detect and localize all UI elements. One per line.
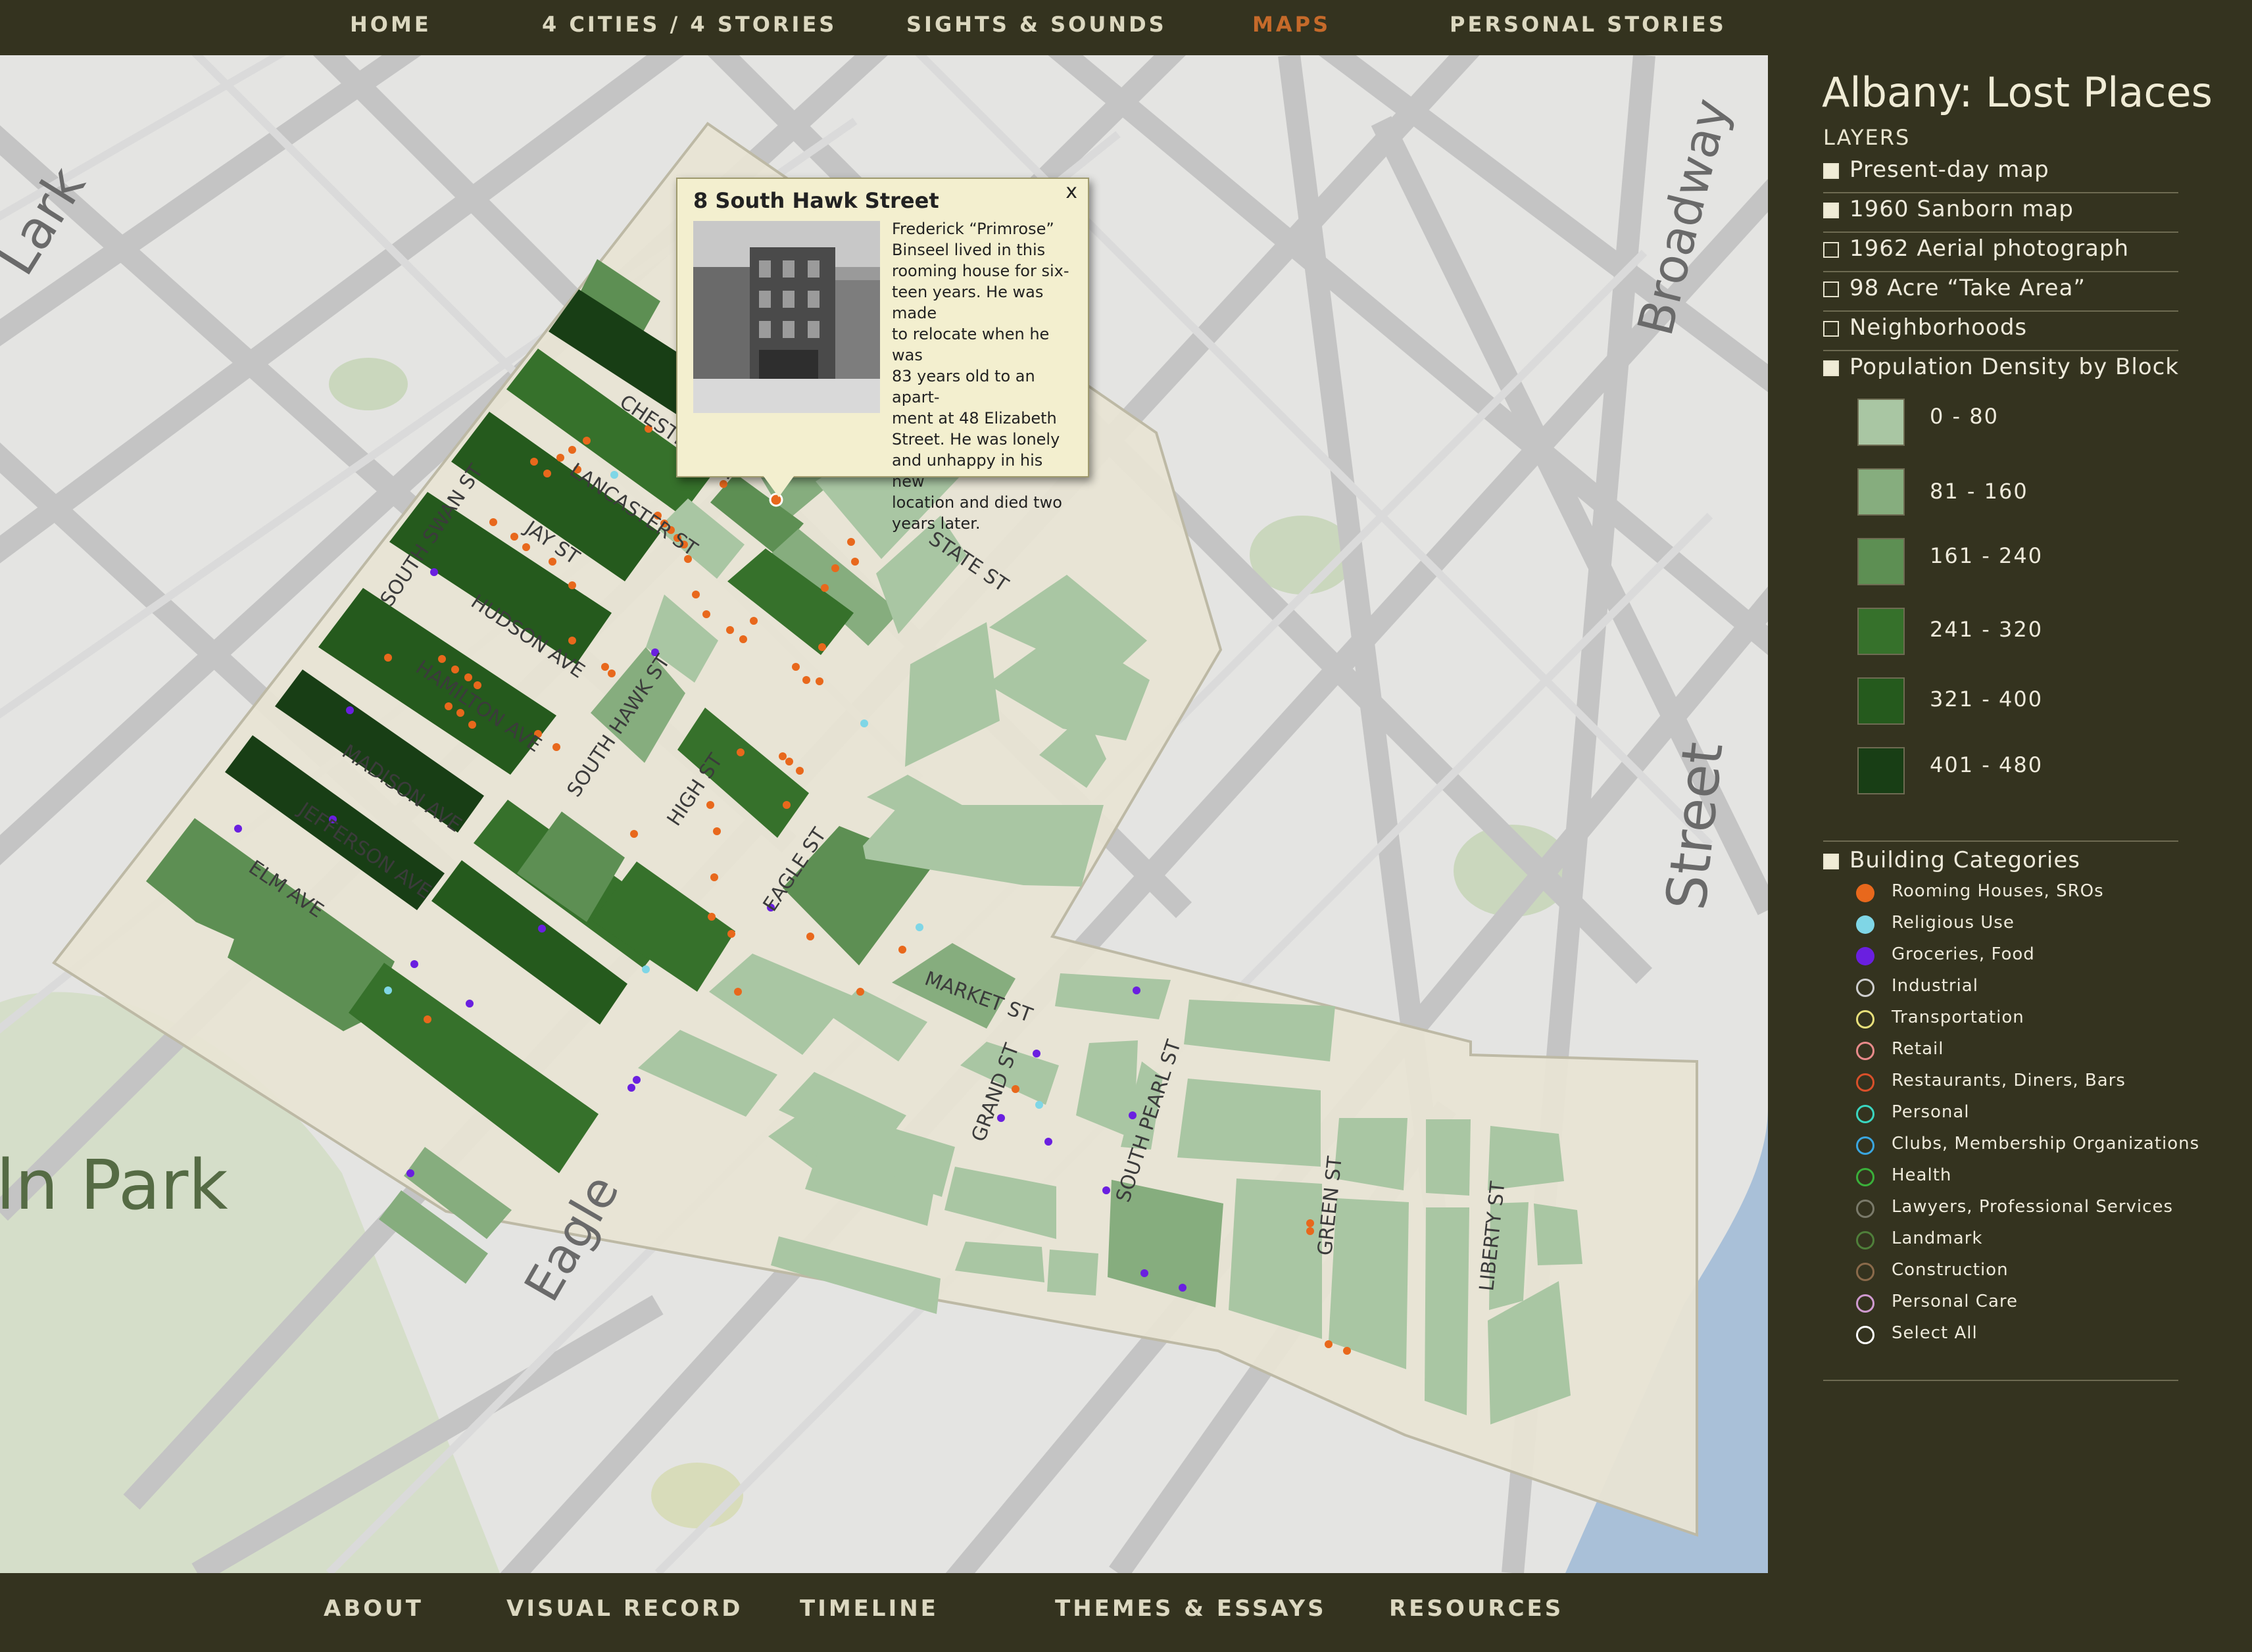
popup-line: rooming house for six- <box>892 262 1069 280</box>
category-dot-icon <box>1856 1231 1874 1250</box>
category-dot-icon <box>1856 1294 1874 1313</box>
layer-label: 98 Acre “Take Area” <box>1849 275 2086 301</box>
info-popup: 8 South Hawk Street x Frederick “Primros… <box>676 178 1089 533</box>
map-canvas[interactable]: CHESTNUT ST LANCASTER ST JAY ST HUDSON A… <box>0 55 1768 1573</box>
density-label: 161 - 240 <box>1930 543 2044 568</box>
popup-photo <box>693 221 880 413</box>
layer-checkbox[interactable] <box>1823 360 1839 376</box>
layer-building-categories[interactable]: Building Categories <box>1823 844 2178 883</box>
layer-checkbox[interactable] <box>1823 163 1839 179</box>
category-dot-icon <box>1856 884 1874 902</box>
category-label: Health <box>1892 1165 1952 1185</box>
category-dot-icon <box>1856 1105 1874 1123</box>
layers-heading: LAYERS <box>1823 125 1911 150</box>
density-swatch <box>1857 608 1905 655</box>
popup-line: 83 years old to an apart- <box>892 367 1035 406</box>
category-label: Industrial <box>1892 976 1978 996</box>
density-label: 81 - 160 <box>1930 479 2028 504</box>
popup-line: and unhappy in his new <box>892 451 1043 491</box>
popup-description: Frederick “Primrose” Binseel lived in th… <box>892 218 1079 534</box>
top-nav: HOME 4 CITIES / 4 STORIES SIGHTS & SOUND… <box>0 0 2252 55</box>
layer-checkbox[interactable] <box>1823 281 1839 297</box>
category-label: Select All <box>1892 1323 1978 1343</box>
layer-label: Building Categories <box>1849 847 2080 873</box>
nav-home[interactable]: HOME <box>350 12 431 37</box>
layer-label: 1960 Sanborn map <box>1849 196 2074 222</box>
popup-line: Binseel lived in this <box>892 241 1046 259</box>
divider <box>1823 1380 2178 1381</box>
category-label: Clubs, Membership Organizations <box>1892 1134 2200 1154</box>
category-dot-icon <box>1856 979 1874 997</box>
category-label: Transportation <box>1892 1008 2024 1027</box>
nav-sights[interactable]: SIGHTS & SOUNDS <box>906 12 1167 37</box>
popup-line: years later. <box>892 514 981 533</box>
popup-line: teen years. He was made <box>892 283 1044 322</box>
layer-neighborhoods[interactable]: Neighborhoods <box>1823 312 2178 351</box>
popup-line: location and died two <box>892 493 1062 512</box>
category-dot-icon <box>1856 1263 1874 1281</box>
category-label: Retail <box>1892 1039 1944 1059</box>
density-label: 321 - 400 <box>1930 687 2044 712</box>
category-label: Personal <box>1892 1102 1970 1122</box>
popup-line: Street. He was lonely <box>892 430 1060 449</box>
popup-pointer <box>762 474 796 497</box>
nav-cities[interactable]: 4 CITIES / 4 STORIES <box>542 12 837 37</box>
category-dot-icon <box>1856 915 1874 934</box>
category-dot-icon <box>1856 1200 1874 1218</box>
footer-themes[interactable]: THEMES & ESSAYS <box>1055 1595 1327 1622</box>
nav-maps[interactable]: MAPS <box>1252 12 1331 37</box>
footer-timeline[interactable]: TIMELINE <box>800 1595 939 1622</box>
popup-title: 8 South Hawk Street <box>693 188 939 213</box>
density-label: 241 - 320 <box>1930 617 2044 642</box>
category-label: Personal Care <box>1892 1292 2018 1311</box>
footer-resources[interactable]: RESOURCES <box>1389 1595 1563 1622</box>
category-dot-icon <box>1856 1136 1874 1155</box>
footer-about[interactable]: ABOUT <box>324 1595 424 1622</box>
density-label: 0 - 80 <box>1930 404 1999 429</box>
popup-close-button[interactable]: x <box>1065 180 1077 203</box>
label-park: ln Park <box>0 1145 228 1225</box>
layer-label: 1962 Aerial photograph <box>1849 235 2130 262</box>
category-dot-icon <box>1856 1042 1874 1060</box>
layer-aerial[interactable]: 1962 Aerial photograph <box>1823 233 2178 272</box>
category-dot-icon <box>1856 947 1874 965</box>
category-dot-icon <box>1856 1168 1874 1186</box>
layer-population-density[interactable]: Population Density by Block <box>1823 351 2178 389</box>
layer-checkbox[interactable] <box>1823 242 1839 258</box>
density-label: 401 - 480 <box>1930 752 2044 777</box>
layer-checkbox[interactable] <box>1823 854 1839 869</box>
sidebar-title: Albany: Lost Places <box>1822 68 2213 116</box>
layer-checkbox[interactable] <box>1823 321 1839 337</box>
bottom-nav: ABOUT VISUAL RECORD TIMELINE THEMES & ES… <box>0 1573 2252 1652</box>
layer-checkbox[interactable] <box>1823 203 1839 218</box>
nav-personal[interactable]: PERSONAL STORIES <box>1450 12 1726 37</box>
category-dot-icon <box>1856 1010 1874 1029</box>
popup-line: to relocate when he was <box>892 325 1050 364</box>
category-label: Lawyers, Professional Services <box>1892 1197 2173 1217</box>
density-swatch <box>1857 468 1905 516</box>
density-swatch <box>1857 399 1905 446</box>
layer-take-area[interactable]: 98 Acre “Take Area” <box>1823 272 2178 312</box>
category-label: Restaurants, Diners, Bars <box>1892 1071 2126 1090</box>
layer-label: Population Density by Block <box>1849 354 2179 380</box>
category-label: Construction <box>1892 1260 2009 1280</box>
footer-visual-record[interactable]: VISUAL RECORD <box>506 1595 743 1622</box>
sidebar: Albany: Lost Places LAYERS Present-day m… <box>1768 55 2252 1573</box>
density-swatch <box>1857 538 1905 585</box>
layer-present-day[interactable]: Present-day map <box>1823 154 2178 193</box>
layer-label: Neighborhoods <box>1849 314 2028 341</box>
category-label: Rooming Houses, SROs <box>1892 881 2104 901</box>
density-swatch <box>1857 747 1905 794</box>
layer-label: Present-day map <box>1849 157 2049 183</box>
category-label: Landmark <box>1892 1228 1983 1248</box>
popup-line: Frederick “Primrose” <box>892 220 1054 238</box>
category-dot-icon <box>1856 1326 1874 1344</box>
category-label: Religious Use <box>1892 913 2015 933</box>
density-swatch <box>1857 677 1905 725</box>
popup-line: ment at 48 Elizabeth <box>892 409 1057 427</box>
divider <box>1823 840 2178 842</box>
layer-sanborn[interactable]: 1960 Sanborn map <box>1823 193 2178 233</box>
category-label: Groceries, Food <box>1892 944 2035 964</box>
category-dot-icon <box>1856 1073 1874 1092</box>
